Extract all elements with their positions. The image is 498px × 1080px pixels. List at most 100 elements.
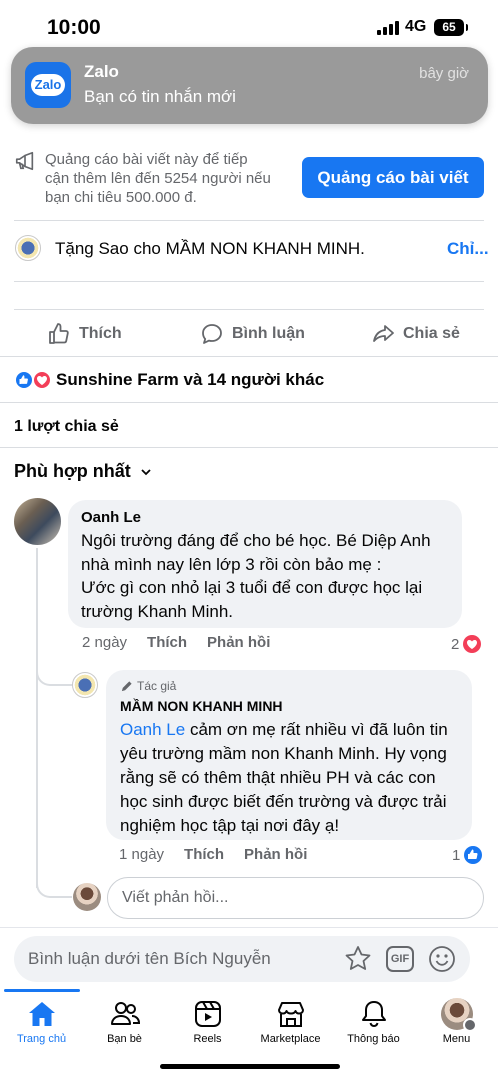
comment-author[interactable]: Oanh Le xyxy=(81,509,141,526)
comment-line: nhà mình nay lên lớp 3 rồi còn bảo mẹ : xyxy=(81,554,382,574)
bell-icon xyxy=(332,997,415,1031)
reaction-count-number: 1 xyxy=(452,846,461,864)
comment-author[interactable]: MẦM NON KHANH MINH xyxy=(120,698,283,714)
comment-bubble-icon xyxy=(202,324,222,344)
reactions-summary[interactable]: Sunshine Farm và 14 người khác xyxy=(56,370,324,390)
tab-notifications[interactable]: Thông báo xyxy=(332,989,415,1045)
sort-label: Phù hợp nhất xyxy=(14,461,131,481)
tab-menu[interactable]: Menu xyxy=(415,989,498,1045)
tab-label: Trang chủ xyxy=(16,1033,67,1045)
megaphone-icon xyxy=(15,151,34,171)
tab-label: Menu xyxy=(442,1033,471,1045)
avatar[interactable] xyxy=(14,498,61,545)
marketplace-icon xyxy=(249,997,332,1031)
home-icon xyxy=(0,997,83,1031)
zalo-logo-text: Zalo xyxy=(31,74,65,96)
tab-friends[interactable]: Bạn bè xyxy=(83,989,166,1045)
thumbs-up-icon xyxy=(49,323,69,344)
comment-text: Oanh Le cảm ơn mẹ rất nhiều vì đã luôn t… xyxy=(120,718,465,838)
signal-icon xyxy=(377,21,399,35)
comment-meta: 1 ngày Thích Phản hồi xyxy=(119,846,307,863)
stars-more-link[interactable]: Chỉ... xyxy=(447,239,489,259)
divider xyxy=(0,447,498,448)
tab-label: Bạn bè xyxy=(107,1033,142,1045)
comment-line: Ngôi trường đáng để cho bé học. Bé Diệp … xyxy=(81,531,431,550)
network-label: 4G xyxy=(405,18,427,35)
tab-label: Thông báo xyxy=(347,1033,400,1045)
comment-placeholder: Bình luận dưới tên Bích Nguyễn xyxy=(28,949,271,968)
reply-bubble[interactable]: Tác giả MẦM NON KHANH MINH Oanh Le cảm ơ… xyxy=(106,670,472,840)
promo-text: Quảng cáo bài viết này để tiếp cận thêm … xyxy=(45,150,290,207)
like-reaction-icon xyxy=(464,846,483,864)
battery-icon: 65 xyxy=(434,19,468,36)
comment-label: Bình luận xyxy=(232,325,305,342)
like-button[interactable]: Thích xyxy=(47,322,122,346)
promo-line: Quảng cáo bài viết này để tiếp xyxy=(45,151,248,168)
friends-icon xyxy=(83,997,166,1031)
thread-connector xyxy=(36,660,72,686)
like-reaction-icon xyxy=(14,370,34,390)
comment-bubble[interactable]: Oanh Le Ngôi trường đáng để cho bé học. … xyxy=(68,500,462,628)
boost-post-button[interactable]: Quảng cáo bài viết xyxy=(302,157,484,198)
comment-line: trường Khanh Minh. xyxy=(81,601,233,621)
love-reaction-icon xyxy=(32,370,52,390)
divider xyxy=(14,309,484,310)
comment-text: Ngôi trường đáng để cho bé học. Bé Diệp … xyxy=(81,529,451,623)
comment-button[interactable]: Bình luận xyxy=(200,322,305,346)
profile-menu-icon xyxy=(415,997,498,1032)
comment-sort-dropdown[interactable]: Phù hợp nhất xyxy=(14,461,153,482)
sticker-star-icon[interactable] xyxy=(343,944,373,974)
heart-icon xyxy=(463,635,482,653)
author-badge-label: Tác giả xyxy=(137,679,177,693)
share-button[interactable]: Chia sẻ xyxy=(371,322,460,346)
comment-like-button[interactable]: Thích xyxy=(147,634,187,651)
tab-reels[interactable]: Reels xyxy=(166,989,249,1045)
promo-line: cận thêm lên đến 5254 người nếu xyxy=(45,170,271,187)
tab-marketplace[interactable]: Marketplace xyxy=(249,989,332,1045)
promo-line: bạn chi tiêu 500.000 đ. xyxy=(45,189,197,206)
comment-line: Ước gì con nhỏ lại 3 tuổi để con được họ… xyxy=(81,578,423,597)
divider xyxy=(0,356,498,357)
comment-reaction-count[interactable]: 1 xyxy=(452,845,483,865)
comment-like-button[interactable]: Thích xyxy=(184,846,224,863)
comment-reply-button[interactable]: Phản hồi xyxy=(207,634,270,651)
zalo-app-icon: Zalo xyxy=(25,62,71,108)
reels-icon xyxy=(166,997,249,1031)
page-avatar[interactable] xyxy=(72,672,98,698)
active-tab-indicator xyxy=(4,989,80,992)
share-arrow-icon xyxy=(373,325,394,342)
emoji-icon[interactable] xyxy=(428,945,456,973)
notification-message: Bạn có tin nhắn mới xyxy=(84,87,236,106)
comment-time: 1 ngày xyxy=(119,846,165,863)
send-stars-text: Tặng Sao cho MẦM NON KHANH MINH. xyxy=(55,239,365,258)
tab-home[interactable]: Trang chủ xyxy=(0,989,83,1045)
reaction-count-number: 2 xyxy=(451,635,460,653)
comment-line: học sinh được biết đến trường và được tr… xyxy=(120,792,447,811)
status-bar: 10:00 4G 65 xyxy=(0,0,498,52)
shares-count[interactable]: 1 lượt chia sẻ xyxy=(14,418,119,436)
pencil-icon xyxy=(121,680,132,691)
mention-link[interactable]: Oanh Le xyxy=(120,720,185,739)
gif-icon[interactable]: GIF xyxy=(386,946,414,972)
divider xyxy=(14,220,484,221)
author-badge: Tác giả xyxy=(120,679,176,693)
divider xyxy=(0,402,498,403)
notification-banner[interactable]: Zalo Zalo Bạn có tin nhắn mới bây giờ xyxy=(11,47,488,124)
status-time: 10:00 xyxy=(47,16,101,39)
share-label: Chia sẻ xyxy=(403,325,460,342)
comment-time: 2 ngày xyxy=(82,634,128,651)
comment-line: yêu trường mầm non Khanh Minh. Hy vọng xyxy=(120,744,447,763)
tab-label: Marketplace xyxy=(260,1033,321,1045)
home-indicator xyxy=(160,1064,340,1069)
like-label: Thích xyxy=(79,325,122,342)
comment-line: nghiệm học tập tại nơi đây ạ! xyxy=(120,816,340,835)
comment-line-rest: cảm ơn mẹ rất nhiều vì đã luôn tin xyxy=(185,720,448,739)
chevron-down-icon xyxy=(141,468,151,475)
comment-reply-button[interactable]: Phản hồi xyxy=(244,846,307,863)
current-user-avatar xyxy=(73,883,101,911)
comment-line: Oanh Le cảm ơn mẹ rất nhiều vì đã luôn t… xyxy=(120,718,465,742)
reply-input[interactable]: Viết phản hồi... xyxy=(107,877,484,919)
comment-reaction-count[interactable]: 2 xyxy=(451,634,482,654)
comment-input[interactable]: Bình luận dưới tên Bích Nguyễn GIF xyxy=(14,936,470,982)
page-logo-avatar xyxy=(15,235,41,261)
